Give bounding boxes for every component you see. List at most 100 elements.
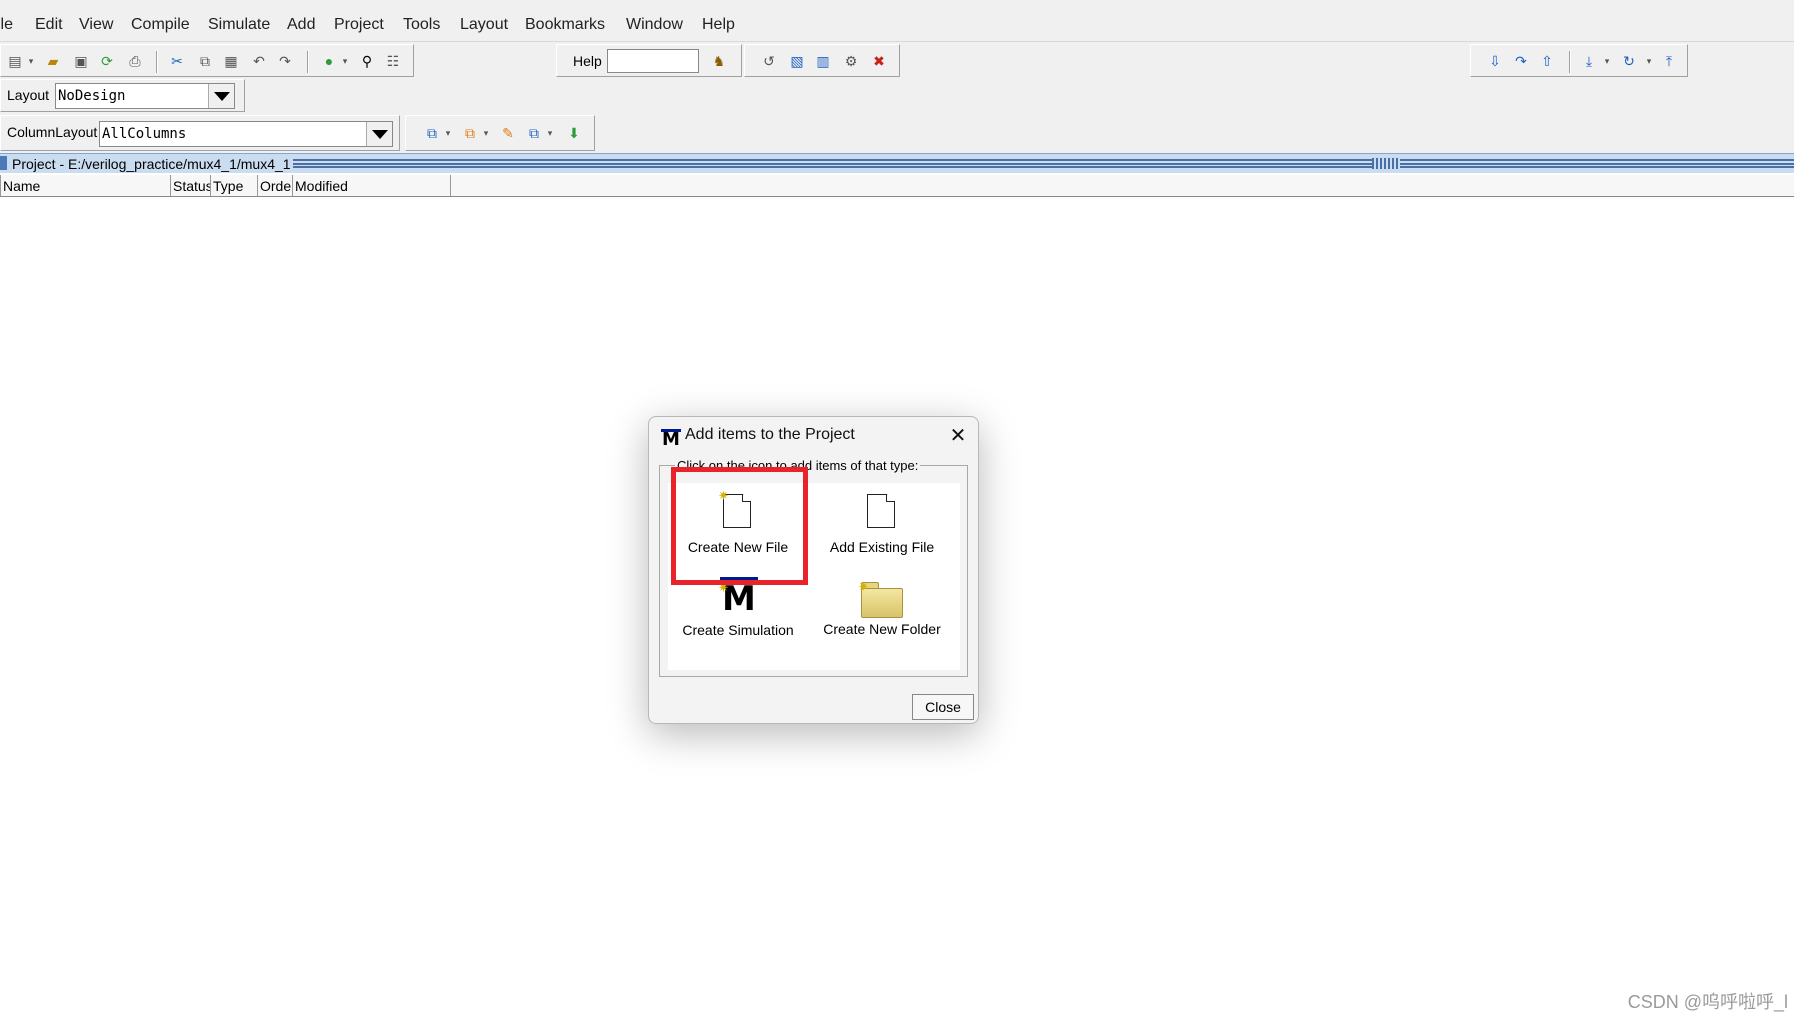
- find-icon[interactable]: ⚲: [357, 51, 377, 71]
- debug-toolbar: ⇩ ↷ ⇧ ⤓ ▾ ↻ ▾ ⤒: [1470, 44, 1688, 77]
- cut-icon[interactable]: ✂: [167, 51, 187, 71]
- compile-all-icon[interactable]: ⬇: [564, 123, 584, 143]
- toolbar-separator: [156, 51, 157, 73]
- chevron-down-icon[interactable]: ▾: [480, 123, 492, 143]
- redo-icon[interactable]: ↷: [275, 51, 295, 71]
- chevron-down-icon[interactable]: ▾: [1601, 51, 1613, 71]
- chevron-down-icon[interactable]: ▾: [544, 123, 556, 143]
- restart-icon[interactable]: ⤒: [1659, 51, 1679, 71]
- menu-bar: ile Edit View Compile Simulate Add Proje…: [0, 0, 1794, 41]
- project-actions-toolbar: ⧉ ▾ ⧉ ▾ ✎ ⧉ ▾ ⬇: [405, 115, 595, 151]
- pane-grip-line: [293, 163, 1794, 165]
- create-new-folder-tile[interactable]: ✷ Create New Folder: [812, 577, 952, 665]
- save-icon[interactable]: ▣: [71, 51, 91, 71]
- sim-stop-icon[interactable]: ✖: [869, 51, 889, 71]
- pane-drag-handle[interactable]: [1372, 158, 1400, 169]
- hierarchy-icon[interactable]: ☷: [383, 51, 403, 71]
- project-icon: [0, 156, 7, 170]
- column-order[interactable]: Order: [258, 175, 293, 196]
- menu-help[interactable]: Help: [702, 16, 735, 34]
- project-pane-title[interactable]: Project - E:/verilog_practice/mux4_1/mux…: [0, 153, 1794, 173]
- help-label: Help: [573, 53, 602, 69]
- app-window: ile Edit View Compile Simulate Add Proje…: [0, 0, 1794, 1016]
- copy-icon[interactable]: ⧉: [195, 51, 215, 71]
- add-existing-file-tile[interactable]: Add Existing File: [812, 487, 952, 575]
- add-to-project-icon[interactable]: ⧉: [422, 123, 442, 143]
- toolbar-separator: [1569, 51, 1570, 73]
- doc-fold: [886, 494, 895, 502]
- menu-compile[interactable]: Compile: [131, 16, 190, 34]
- column-layout-group: ColumnLayout AllColumns: [0, 115, 400, 151]
- menu-simulate[interactable]: Simulate: [208, 16, 270, 34]
- sparkle-icon: ✷: [858, 579, 869, 594]
- toolbar-separator: [307, 51, 308, 73]
- column-layout-label: ColumnLayout: [7, 124, 98, 140]
- layout-select-value: NoDesign: [58, 88, 126, 104]
- paste-icon[interactable]: ▦: [221, 51, 241, 71]
- sim-break-icon[interactable]: ⚙: [841, 51, 861, 71]
- column-type[interactable]: Type: [211, 175, 258, 196]
- layout-group: Layout NoDesign: [0, 79, 245, 112]
- menu-window[interactable]: Window: [626, 16, 683, 34]
- column-layout-toolbar: ColumnLayout AllColumns ⧉ ▾ ⧉ ▾ ✎ ⧉ ▾ ⬇: [0, 113, 1794, 153]
- chevron-down-icon[interactable]: ▾: [1643, 51, 1655, 71]
- step-out-icon[interactable]: ⇧: [1537, 51, 1557, 71]
- close-button[interactable]: Close: [912, 694, 974, 720]
- menu-file[interactable]: ile: [0, 16, 13, 34]
- print-icon[interactable]: ⎙: [125, 51, 145, 71]
- open-folder-icon[interactable]: ▰: [43, 51, 63, 71]
- menu-project[interactable]: Project: [334, 16, 384, 34]
- close-icon[interactable]: ✕: [946, 423, 970, 447]
- chevron-down-icon[interactable]: ▾: [25, 51, 37, 71]
- layout-label: Layout: [7, 87, 50, 103]
- chevron-down-icon[interactable]: ▾: [339, 51, 351, 71]
- edit-file-icon[interactable]: ✎: [498, 123, 518, 143]
- create-new-folder-label: Create New Folder: [823, 621, 941, 637]
- column-name[interactable]: Name: [0, 175, 171, 196]
- layout-toolbar: Layout NoDesign: [0, 77, 1794, 113]
- dialog-title: Add items to the Project: [685, 426, 855, 443]
- layout-select[interactable]: NoDesign: [55, 83, 235, 109]
- chevron-down-icon[interactable]: ▾: [442, 123, 454, 143]
- step-into-icon[interactable]: ⇩: [1485, 51, 1505, 71]
- chevron-down-icon[interactable]: [366, 122, 392, 146]
- main-toolbar: ▤ ▾ ▰ ▣ ⟳ ⎙ ✂ ⧉ ▦ ↶ ↷ ● ▾ ⚲ ☷ Help ♞ ↺ ▧…: [0, 41, 1794, 77]
- undo-icon[interactable]: ↶: [249, 51, 269, 71]
- new-file-icon[interactable]: ▤: [5, 51, 25, 71]
- menu-view[interactable]: View: [79, 16, 113, 34]
- sim-doc-icon[interactable]: ▧: [787, 51, 807, 71]
- create-simulation-tile[interactable]: M ✷ Create Simulation: [668, 577, 808, 665]
- add-existing-file-label: Add Existing File: [829, 539, 935, 555]
- help-search-input[interactable]: [607, 49, 699, 73]
- modelsim-logo-icon: M: [661, 429, 681, 450]
- column-layout-select[interactable]: AllColumns: [99, 121, 393, 147]
- create-simulation-label: Create Simulation: [682, 622, 794, 638]
- menu-tools[interactable]: Tools: [403, 16, 440, 34]
- step-down-icon[interactable]: ⤓: [1579, 51, 1599, 71]
- project-column-header: Name Status Type Order Modified: [0, 175, 1794, 197]
- watermark: CSDN @呜呼啦呼_l: [1627, 992, 1788, 1012]
- step-over-icon[interactable]: ↷: [1511, 51, 1531, 71]
- project-title-text: Project - E:/verilog_practice/mux4_1/mux…: [12, 156, 291, 172]
- refresh-icon[interactable]: ⟳: [97, 51, 117, 71]
- menu-edit[interactable]: Edit: [35, 16, 63, 34]
- file-toolbar: ▤ ▾ ▰ ▣ ⟳ ⎙ ✂ ⧉ ▦ ↶ ↷ ● ▾ ⚲ ☷: [0, 44, 414, 77]
- help-toolbar: Help ♞: [556, 44, 742, 77]
- column-status[interactable]: Status: [171, 175, 211, 196]
- menu-add[interactable]: Add: [287, 16, 315, 34]
- project-settings-icon[interactable]: ⧉: [524, 123, 544, 143]
- menu-bookmarks[interactable]: Bookmarks: [525, 16, 605, 34]
- simulate-toolbar: ↺ ▧ ▥ ⚙ ✖: [744, 44, 900, 77]
- column-modified[interactable]: Modified: [293, 175, 451, 196]
- help-search-icon[interactable]: ♞: [709, 51, 729, 71]
- chevron-down-icon[interactable]: [208, 84, 234, 108]
- menu-layout[interactable]: Layout: [460, 16, 508, 34]
- dialog-titlebar[interactable]: M Add items to the Project ✕: [649, 417, 978, 453]
- column-layout-select-value: AllColumns: [102, 126, 187, 142]
- compile-icon[interactable]: ●: [319, 51, 339, 71]
- add-file-icon[interactable]: ⧉: [460, 123, 480, 143]
- sim-back-icon[interactable]: ↺: [759, 51, 779, 71]
- continue-icon[interactable]: ↻: [1619, 51, 1639, 71]
- highlight-box: [671, 467, 808, 585]
- sim-grid-icon[interactable]: ▥: [813, 51, 833, 71]
